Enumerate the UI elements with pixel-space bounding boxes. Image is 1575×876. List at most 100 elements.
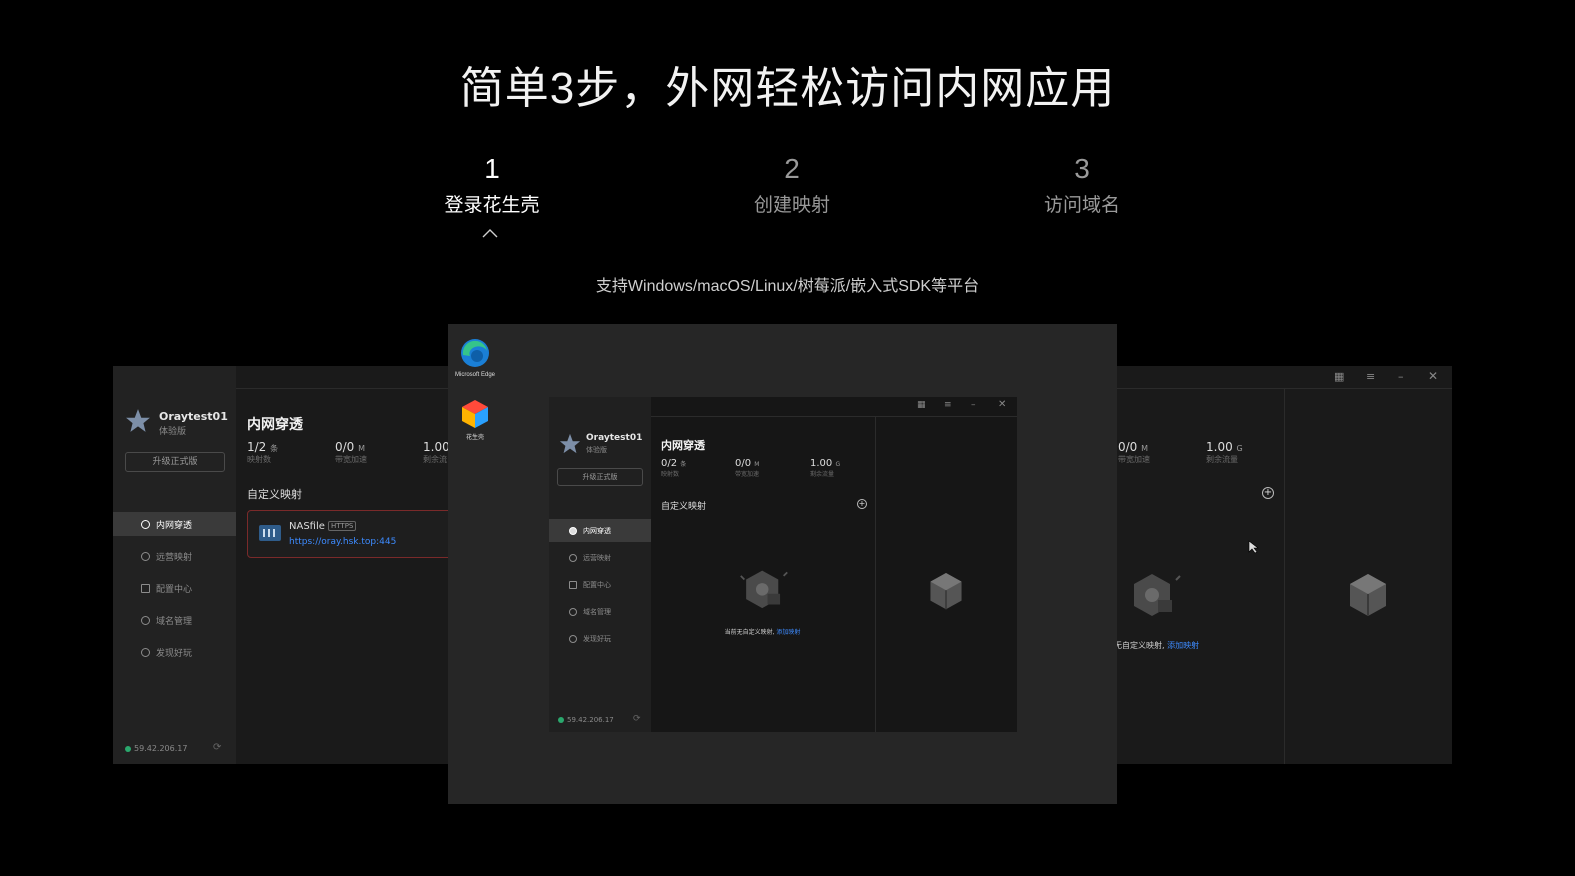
apps-grid-icon[interactable]: ▦ <box>1334 370 1344 383</box>
app-sidebar: Oraytest01 体验版 升级正式版 内网穿透 远营映射 配置中心 域名管理… <box>549 397 651 732</box>
stat-label: 带宽加速 <box>335 455 367 464</box>
stat-label: 剩余流量 <box>1206 455 1238 464</box>
cube-placeholder-icon <box>1350 574 1386 616</box>
mapping-name: NASfile <box>289 521 325 532</box>
nav-item-config[interactable]: 配置中心 <box>113 576 236 600</box>
upgrade-button[interactable]: 升级正式版 <box>557 468 643 486</box>
cube-icon <box>569 526 577 535</box>
peanut-shell-app-icon[interactable] <box>460 398 490 430</box>
nav-label: 发现好玩 <box>156 648 193 659</box>
edge-browser-icon[interactable] <box>460 338 490 368</box>
nav-label: 配置中心 <box>583 580 611 589</box>
nav-item-domain[interactable]: 域名管理 <box>113 608 236 632</box>
header-divider <box>1114 388 1452 389</box>
add-mapping-icon[interactable]: + <box>1262 487 1274 499</box>
stat-traffic: 1.00 剩余流 <box>423 440 450 465</box>
nav-label: 内网穿透 <box>156 520 193 531</box>
panel-divider <box>875 417 876 732</box>
add-mapping-icon[interactable]: + <box>857 499 867 509</box>
nav-label: 内网穿透 <box>583 526 611 535</box>
grid-icon <box>569 580 577 589</box>
nav-item-remote[interactable]: 远营映射 <box>549 546 651 569</box>
empty-box-icon <box>740 570 788 609</box>
stat-bandwidth: 0/0 M 带宽加速 <box>335 440 367 465</box>
discover-icon <box>141 647 150 657</box>
account-type: 体验版 <box>586 446 607 454</box>
step-label: 访问域名 <box>1043 195 1120 216</box>
stat-label: 映射数 <box>247 455 271 464</box>
stat-label: 映射数 <box>661 471 680 478</box>
nav-item-intranet[interactable]: 内网穿透 <box>549 519 651 542</box>
add-mapping-link[interactable]: 添加映射 <box>1167 641 1199 650</box>
header-divider <box>236 388 453 389</box>
nav-item-config[interactable]: 配置中心 <box>549 573 651 596</box>
nav-item-remote[interactable]: 远营映射 <box>113 544 236 568</box>
close-icon[interactable]: ✕ <box>998 399 1006 410</box>
apps-grid-icon[interactable]: ▦ <box>917 400 926 410</box>
stat-unit: 条 <box>270 444 279 453</box>
stat-label: 剩余流量 <box>810 471 835 478</box>
step-2-create-mapping[interactable]: 2 创建映射 <box>692 152 892 217</box>
step-number: 2 <box>784 153 800 184</box>
page-title: 内网穿透 <box>247 417 303 433</box>
upgrade-button[interactable]: 升级正式版 <box>125 452 225 472</box>
empty-message: 无自定义映射, <box>1114 641 1165 650</box>
star-avatar-icon <box>559 433 581 454</box>
grid-icon <box>141 583 150 593</box>
settings-icon <box>141 615 150 625</box>
mapping-url-link[interactable]: https://oray.hsk.top:445 <box>289 537 396 547</box>
cube-placeholder-icon <box>930 573 962 610</box>
desktop-mockup: Microsoft Edge 花生壳 Oraytest01 体验版 升级正式版 … <box>448 324 1117 804</box>
nav-item-discover[interactable]: 发现好玩 <box>113 640 236 664</box>
stat-unit: M <box>358 444 366 453</box>
left-app-window: Oraytest01 体验版 升级正式版 内网穿透 远营映射 配置中心 域名管理… <box>113 366 453 764</box>
section-custom-mapping: 自定义映射 <box>247 488 302 501</box>
close-icon[interactable]: ✕ <box>1428 369 1438 383</box>
nas-icon <box>259 525 281 541</box>
stat-value: 1.00 <box>423 440 450 454</box>
nav-item-domain[interactable]: 域名管理 <box>549 600 651 623</box>
stat-bandwidth: 0/0 M 带宽加速 <box>1118 440 1150 465</box>
remote-icon <box>569 553 577 562</box>
minimize-icon[interactable]: – <box>1398 370 1404 383</box>
nav-label: 配置中心 <box>156 584 193 595</box>
ip-address: 59.42.206.17 <box>134 744 188 753</box>
refresh-icon[interactable]: ⟳ <box>213 742 221 753</box>
nav-item-intranet[interactable]: 内网穿透 <box>113 512 236 536</box>
minimize-icon[interactable]: – <box>971 400 976 410</box>
desktop-icon-label: 花生壳 <box>465 435 484 441</box>
step-1-login[interactable]: 1 登录花生壳 <box>392 152 592 217</box>
stat-value: 0/0 <box>335 440 355 454</box>
settings-icon <box>569 607 577 616</box>
desktop-icon-label: Microsoft Edge <box>454 372 496 378</box>
remote-icon <box>141 551 150 561</box>
stat-unit: M <box>754 461 760 468</box>
empty-message: 当前无自定义映射, <box>724 629 775 636</box>
nav-item-discover[interactable]: 发现好玩 <box>549 627 651 650</box>
stat-mappings: 0/2 条映射数 <box>661 458 686 478</box>
refresh-icon[interactable]: ⟳ <box>633 714 641 724</box>
header-divider <box>651 416 1017 417</box>
stat-mappings: 1/2 条映射数 <box>247 440 278 465</box>
mapping-card[interactable]: NASfile HTTPS https://oray.hsk.top:445 <box>247 510 453 558</box>
stat-bandwidth: 0/0 M 带宽加速 <box>735 458 759 478</box>
empty-box-icon <box>1134 574 1181 616</box>
step-number: 3 <box>1074 153 1090 184</box>
stat-label: 带宽加速 <box>735 471 760 478</box>
step-3-visit-domain[interactable]: 3 访问域名 <box>982 152 1182 217</box>
discover-icon <box>569 634 577 643</box>
nav-label: 发现好玩 <box>583 634 611 643</box>
menu-icon[interactable]: ≡ <box>944 400 952 410</box>
stat-label: 带宽加速 <box>1118 455 1150 464</box>
stat-unit: 条 <box>680 461 687 468</box>
main-app-window: Oraytest01 体验版 升级正式版 内网穿透 远营映射 配置中心 域名管理… <box>549 397 1017 732</box>
menu-icon[interactable]: ≡ <box>1366 370 1375 383</box>
ip-status: 59.42.206.17 <box>125 744 187 753</box>
stat-traffic: 1.00 G 剩余流量 <box>810 458 840 478</box>
stat-value: 1.00 <box>1206 440 1233 454</box>
platform-subtitle: 支持Windows/macOS/Linux/树莓派/嵌入式SDK等平台 <box>595 278 980 295</box>
account-type: 体验版 <box>159 427 187 437</box>
nav-label: 域名管理 <box>583 607 611 616</box>
add-mapping-link[interactable]: 添加映射 <box>776 629 800 636</box>
empty-state-text: 无自定义映射, 添加映射 <box>1114 640 1199 651</box>
